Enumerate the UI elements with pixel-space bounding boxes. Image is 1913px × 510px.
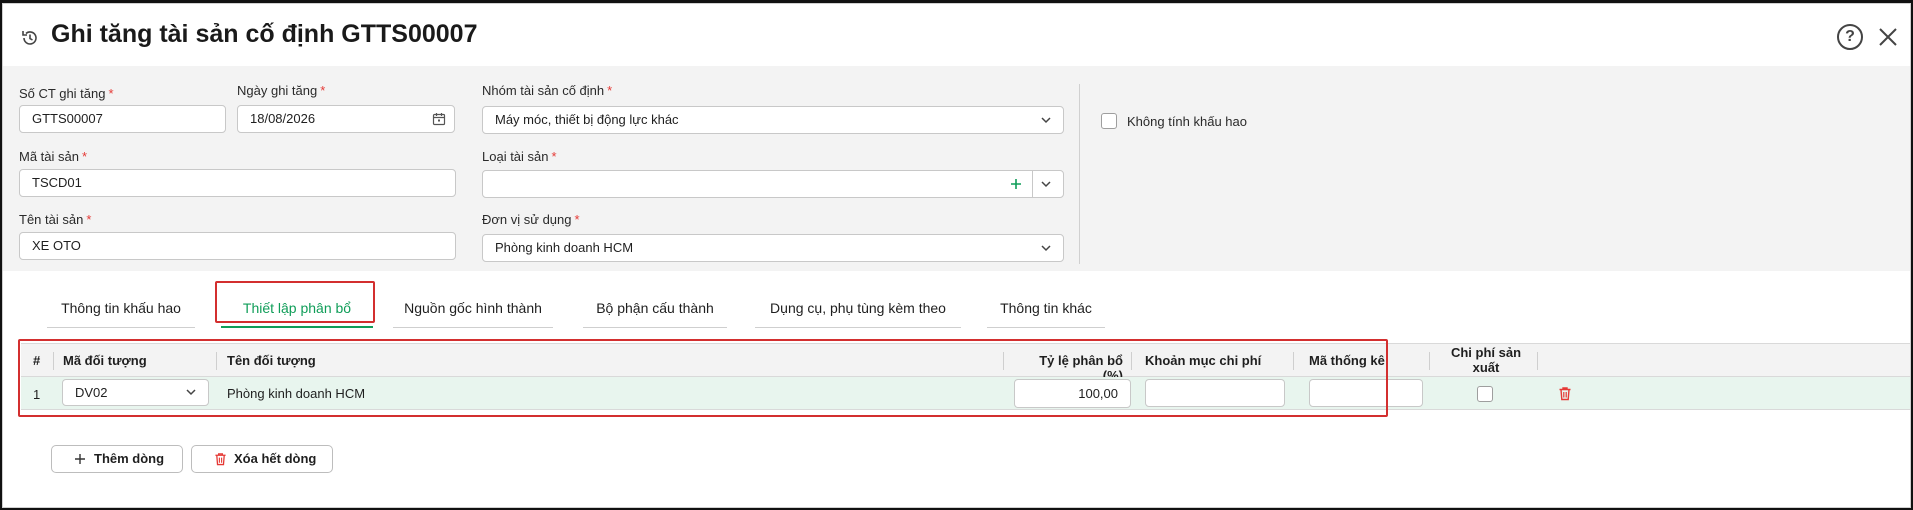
col-separator [1429, 352, 1430, 370]
ma-tai-san-input[interactable]: TSCD01 [19, 169, 456, 197]
delete-row-icon[interactable] [1558, 386, 1572, 401]
so-ct-label: Số CT ghi tăng * [19, 86, 114, 101]
grid-highlight [18, 339, 1388, 417]
tab-thong-tin-khau-hao[interactable]: Thông tin khấu hao [47, 298, 195, 328]
so-ct-input[interactable]: GTTS00007 [19, 105, 226, 133]
chi-phi-san-xuat-checkbox[interactable] [1477, 386, 1493, 402]
don-vi-su-dung-value: Phòng kinh doanh HCM [495, 240, 634, 255]
chevron-down-icon [1041, 117, 1051, 124]
tab-thong-tin-khac[interactable]: Thông tin khác [987, 298, 1105, 328]
ten-tai-san-input[interactable]: XE OTO [19, 232, 456, 260]
add-row-label: Thêm dòng [94, 451, 165, 466]
history-icon[interactable] [20, 28, 40, 48]
loai-tai-san-select[interactable] [482, 170, 1064, 198]
trash-icon [215, 453, 226, 466]
chevron-down-icon [1041, 245, 1051, 252]
don-vi-su-dung-label: Đơn vị sử dụng * [482, 212, 580, 227]
ma-tai-san-label: Mã tài sản * [19, 149, 88, 164]
select-divider [1032, 171, 1033, 197]
help-icon[interactable]: ? [1837, 24, 1863, 50]
ngay-ghi-tang-label: Ngày ghi tăng * [237, 83, 326, 98]
dialog-window: Ghi tăng tài sản cố định GTTS00007 ? Số … [2, 3, 1911, 508]
nhom-tai-san-label: Nhóm tài sản cố định * [482, 83, 613, 98]
col-separator [1537, 352, 1538, 370]
khong-tinh-khau-hao-label[interactable]: Không tính khấu hao [1127, 114, 1247, 129]
loai-tai-san-label: Loại tài sản * [482, 149, 557, 164]
nhom-tai-san-value: Máy móc, thiết bị động lực khác [495, 112, 679, 127]
chevron-down-icon[interactable] [1039, 177, 1053, 191]
tab-dung-cu-phu-tung[interactable]: Dụng cụ, phụ tùng kèm theo [755, 298, 961, 328]
col-chi-phi-san-xuat[interactable]: Chi phí sản xuất [1441, 345, 1531, 375]
active-tab-highlight [215, 281, 375, 323]
calendar-icon[interactable] [432, 112, 446, 126]
delete-all-rows-button[interactable]: Xóa hết dòng [191, 445, 333, 473]
page-title: Ghi tăng tài sản cố định GTTS00007 [51, 20, 478, 48]
plus-icon [75, 454, 85, 464]
close-icon[interactable] [1875, 24, 1901, 50]
ngay-ghi-tang-value: 18/08/2026 [250, 111, 316, 126]
tab-bo-phan-cau-thanh[interactable]: Bộ phận cấu thành [583, 298, 727, 328]
dialog-header: Ghi tăng tài sản cố định GTTS00007 ? [3, 4, 1910, 66]
ngay-ghi-tang-input[interactable]: 18/08/2026 [237, 105, 455, 133]
nhom-tai-san-select[interactable]: Máy móc, thiết bị động lực khác [482, 106, 1064, 134]
khong-tinh-khau-hao-checkbox[interactable] [1101, 113, 1117, 129]
add-row-button[interactable]: Thêm dòng [51, 445, 183, 473]
plus-icon[interactable] [1009, 177, 1023, 191]
delete-all-label: Xóa hết dòng [234, 451, 317, 466]
don-vi-su-dung-select[interactable]: Phòng kinh doanh HCM [482, 234, 1064, 262]
tab-nguon-goc-hinh-thanh[interactable]: Nguồn gốc hình thành [393, 298, 553, 328]
form-divider [1079, 84, 1080, 264]
ten-tai-san-label: Tên tài sản * [19, 212, 92, 227]
